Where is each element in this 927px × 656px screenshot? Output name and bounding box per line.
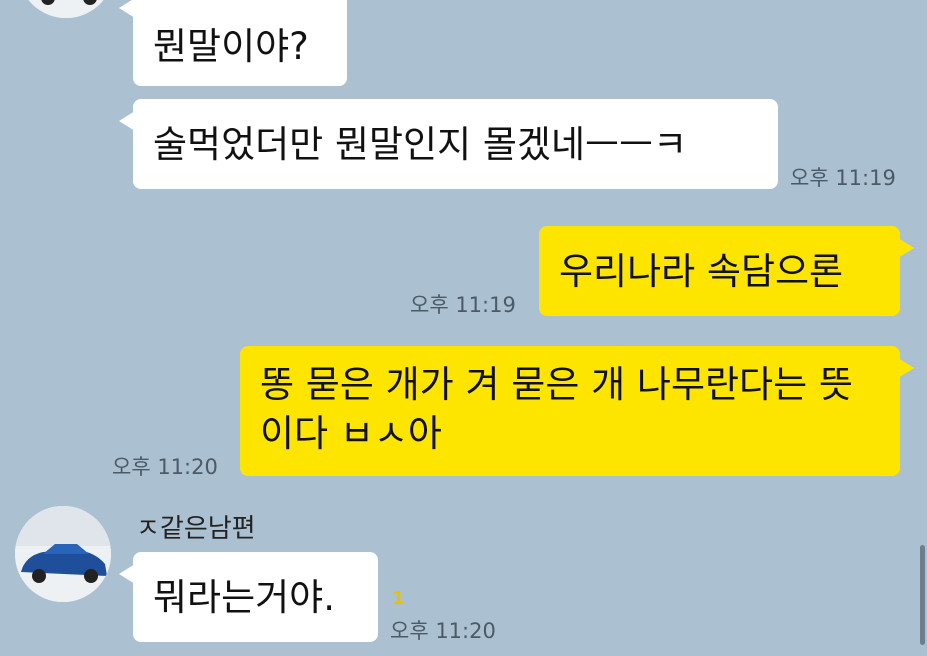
message-text: 술먹었더만 뭔말인지 몰겠네ㅡㅡㅋ <box>153 123 688 166</box>
outgoing-message-bubble[interactable]: 똥 묻은 개가 겨 묻은 개 나무란다는 뜻이다 ㅂㅅ아 <box>240 346 914 476</box>
sender-name: ㅈ같은남편 <box>136 514 256 544</box>
incoming-message-bubble[interactable]: 뭐라는거야. <box>119 552 378 642</box>
message-timestamp: 오후 11:20 <box>112 455 218 479</box>
message-timestamp: 오후 11:19 <box>410 293 516 317</box>
scrollbar[interactable] <box>920 545 925 645</box>
car-icon <box>18 0 114 18</box>
incoming-message-bubble[interactable]: 뭔말이야? <box>119 0 347 86</box>
message-text: 우리나라 속담으론 <box>559 250 844 293</box>
unread-count-badge: 1 <box>392 588 405 609</box>
message-timestamp: 오후 11:20 <box>390 619 496 643</box>
incoming-message-bubble[interactable]: 술먹었더만 뭔말인지 몰겠네ㅡㅡㅋ <box>119 99 778 189</box>
message-text: 뭐라는거야. <box>153 576 335 619</box>
message-text: 뭔말이야? <box>153 25 309 68</box>
message-timestamp: 오후 11:19 <box>790 166 896 190</box>
outgoing-message-bubble[interactable]: 우리나라 속담으론 <box>539 226 914 316</box>
chat-area[interactable]: 뭔말이야? 술먹었더만 뭔말인지 몰겠네ㅡㅡㅋ 오후 11:19 우리나라 속담… <box>0 0 927 656</box>
avatar[interactable] <box>15 506 111 602</box>
message-text: 똥 묻은 개가 겨 묻은 개 나무란다는 뜻이다 ㅂㅅ아 <box>260 363 853 455</box>
car-icon <box>15 506 111 602</box>
avatar[interactable] <box>18 0 114 18</box>
